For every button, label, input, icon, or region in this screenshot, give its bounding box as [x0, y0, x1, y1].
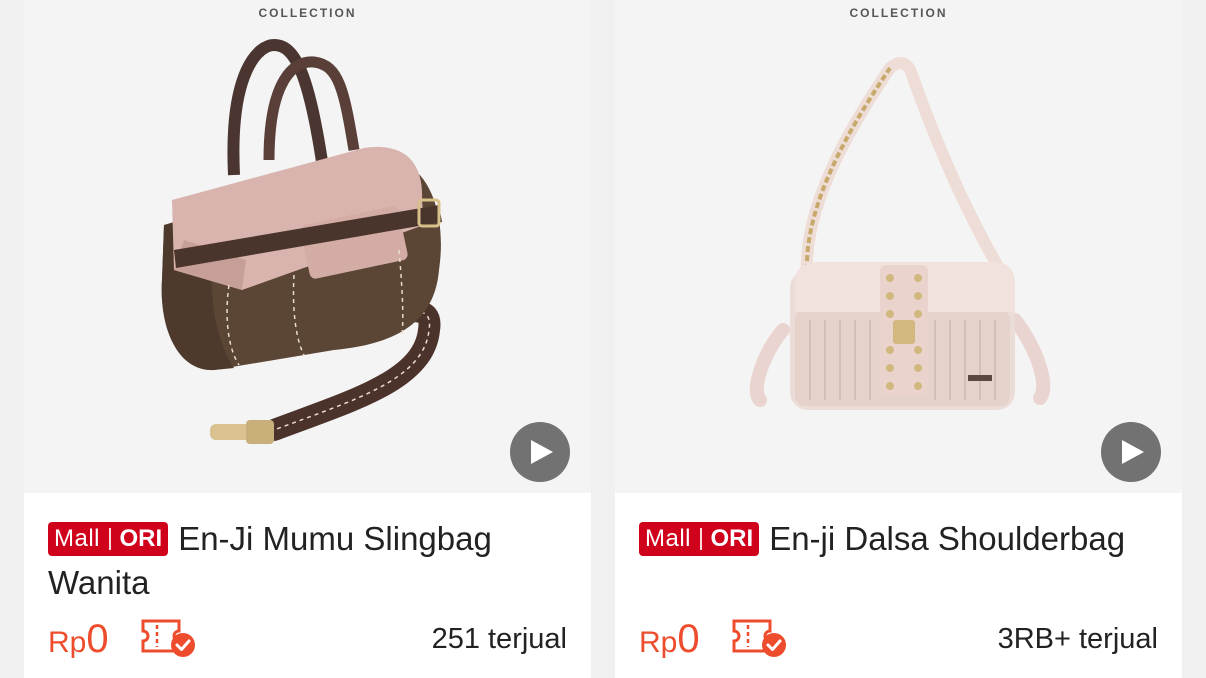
product-card[interactable]: COLLECTION: [24, 0, 591, 678]
product-image[interactable]: COLLECTION: [24, 0, 591, 493]
product-image[interactable]: COLLECTION: [615, 0, 1182, 493]
badge-separator: [700, 528, 702, 550]
sold-count: 251 terjual: [431, 623, 567, 655]
mall-ori-badge: Mall ORI: [639, 522, 760, 556]
product-title-text: En-ji Dalsa Shoulderbag: [769, 520, 1126, 557]
video-play-button[interactable]: [510, 422, 570, 482]
sold-count: 3RB+ terjual: [997, 623, 1158, 655]
badge-ori-label: ORI: [119, 525, 163, 552]
badge-ori-label: ORI: [710, 525, 754, 552]
mall-ori-badge: Mall ORI: [48, 522, 169, 556]
voucher-check-icon: [732, 619, 786, 657]
voucher-check-icon: [141, 619, 195, 657]
product-price: Rp0: [639, 617, 700, 665]
badge-mall-label: Mall: [54, 525, 101, 552]
price-currency: Rp: [639, 626, 678, 659]
product-title: Mall ORI En-Ji Mumu Slingbag Wanita: [48, 517, 578, 605]
play-icon: [531, 440, 553, 464]
price-currency: Rp: [48, 626, 87, 659]
price-amount: 0: [677, 617, 700, 661]
play-icon: [1122, 440, 1144, 464]
product-grid: COLLECTION Mall ORI En-Ji Mumu Slingbag …: [0, 0, 1206, 678]
product-price: Rp0: [48, 617, 109, 665]
product-card[interactable]: COLLECTION: [615, 0, 1182, 678]
product-info[interactable]: Mall ORI En-Ji Mumu Slingbag Wanita Rp0 …: [24, 493, 591, 678]
shoulderbag-image: [749, 57, 1051, 410]
product-info[interactable]: Mall ORI En-ji Dalsa Shoulderbag Rp0 3RB…: [615, 493, 1182, 678]
badge-mall-label: Mall: [645, 525, 692, 552]
badge-separator: [109, 528, 111, 550]
product-title: Mall ORI En-ji Dalsa Shoulderbag: [639, 517, 1169, 561]
price-amount: 0: [86, 617, 109, 661]
slingbag-image: [161, 38, 442, 444]
video-play-button[interactable]: [1101, 422, 1161, 482]
